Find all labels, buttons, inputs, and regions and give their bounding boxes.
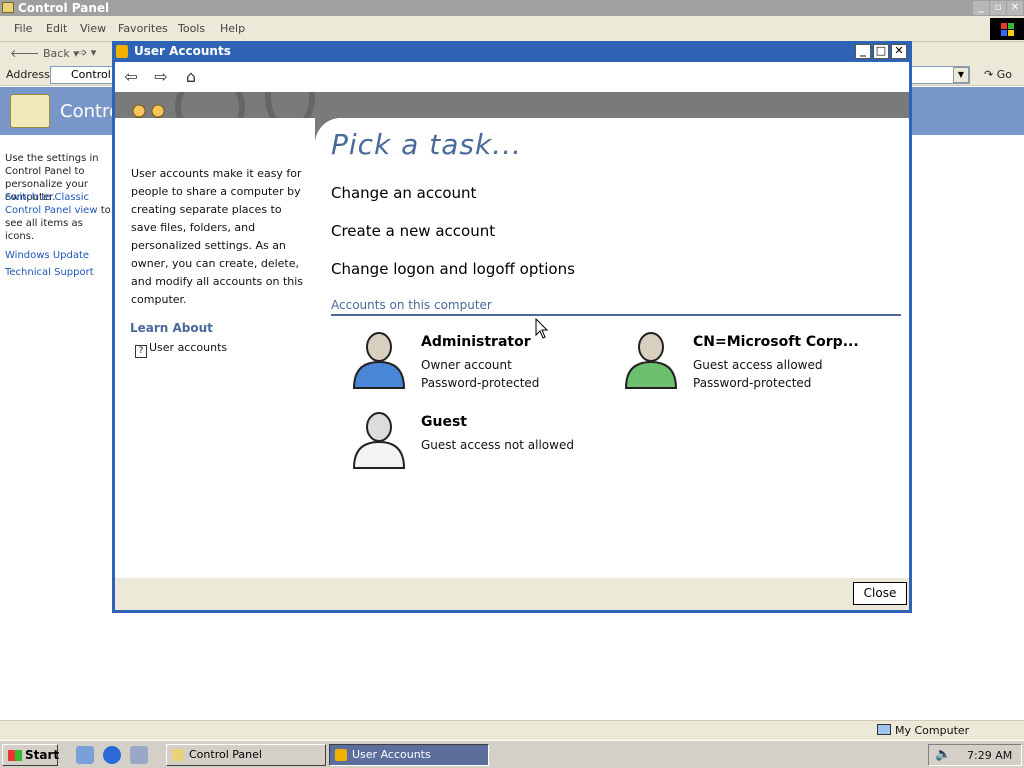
control-panel-sidebar: Use the settings in Control Panel to per… xyxy=(0,135,112,715)
user-accounts-titlebar[interactable]: User Accounts _ □ ✕ xyxy=(112,41,912,62)
status-zone: My Computer xyxy=(877,724,969,737)
flag-blue xyxy=(1001,30,1007,36)
back-button[interactable]: 🡐 Back ▾ xyxy=(10,46,79,60)
account-type: Owner account xyxy=(421,358,512,372)
account-password-status: Password-protected xyxy=(421,376,540,390)
menu-bar: File Edit View Favorites Tools Help xyxy=(0,16,1024,42)
address-label: Address xyxy=(6,68,50,81)
back-arrow-icon: 🡐 xyxy=(10,47,43,60)
technical-support-link[interactable]: Technical Support xyxy=(5,266,115,279)
close-icon[interactable]: ✕ xyxy=(1007,1,1023,15)
account-guest[interactable]: Guest Guest access not allowed xyxy=(351,410,611,474)
start-button[interactable]: Start xyxy=(2,744,60,766)
user-avatar-icon xyxy=(352,332,406,389)
switch-classic-view-link[interactable]: Switch to Classic Control Panel view xyxy=(5,192,98,216)
control-panel-folder-icon xyxy=(10,94,50,128)
windows-update-link[interactable]: Windows Update xyxy=(5,249,115,262)
start-label: Start xyxy=(25,748,60,762)
minimize-icon[interactable]: _ xyxy=(855,44,871,59)
account-type: Guest access allowed xyxy=(693,358,823,372)
close-icon[interactable]: ✕ xyxy=(891,44,907,59)
user-accounts-description: User accounts make it easy for people to… xyxy=(131,167,304,306)
speaker-icon[interactable]: 🔈 xyxy=(935,748,951,762)
pick-a-task-heading: Pick a task... xyxy=(331,128,522,161)
forward-button[interactable]: ➩ ▾ xyxy=(78,46,96,59)
media-icon[interactable] xyxy=(130,746,148,764)
windows-logo-icon xyxy=(8,750,22,761)
flag-yellow xyxy=(1008,30,1014,36)
menu-tools[interactable]: Tools xyxy=(178,22,205,35)
taskbar-control-panel-label: Control Panel xyxy=(189,748,262,761)
back-arrow-icon[interactable]: ⇦ xyxy=(121,67,141,87)
internet-explorer-icon[interactable] xyxy=(103,746,121,764)
control-panel-icon xyxy=(172,749,184,761)
account-cn-microsoft[interactable]: CN=Microsoft Corp... Guest access allowe… xyxy=(623,330,883,394)
account-administrator[interactable]: Administrator Owner account Password-pro… xyxy=(351,330,611,394)
learn-about-user-accounts-link[interactable]: ? User accounts xyxy=(135,341,227,358)
control-panel-title: Control Panel xyxy=(18,1,110,15)
user-avatar-icon xyxy=(352,412,406,469)
maximize-icon[interactable]: □ xyxy=(873,44,889,59)
user-accounts-icon xyxy=(335,749,347,761)
taskbar: Start Control Panel User Accounts 🔈 7:29… xyxy=(0,740,1024,768)
user-accounts-task-pane: Pick a task... Change an account Create … xyxy=(315,118,909,578)
forward-arrow-icon[interactable]: ⇨ xyxy=(151,67,171,87)
taskbar-control-panel[interactable]: Control Panel xyxy=(166,744,326,766)
banner-decoration xyxy=(265,92,315,118)
sidebar-switch-text: Switch to Classic Control Panel view to … xyxy=(5,191,115,243)
status-zone-label: My Computer xyxy=(895,724,970,737)
close-button[interactable]: Close xyxy=(853,582,907,605)
my-computer-icon xyxy=(877,724,891,735)
menu-favorites[interactable]: Favorites xyxy=(118,22,168,35)
user-accounts-navbar: ⇦ ⇨ ⌂ xyxy=(115,62,909,92)
home-icon[interactable]: ⌂ xyxy=(181,67,201,87)
user-accounts-window: User Accounts _ □ ✕ ⇦ ⇨ ⌂ User accounts … xyxy=(112,41,912,613)
account-name: Guest xyxy=(421,414,467,430)
show-desktop-icon[interactable] xyxy=(76,746,94,764)
user-accounts-footer: Close xyxy=(115,578,909,610)
system-tray: 🔈 7:29 AM xyxy=(928,744,1022,766)
menu-edit[interactable]: Edit xyxy=(46,22,67,35)
taskbar-user-accounts[interactable]: User Accounts xyxy=(329,744,489,766)
learn-about-user-accounts-label: User accounts xyxy=(149,341,228,354)
account-password-status: Password-protected xyxy=(693,376,812,390)
control-panel-icon xyxy=(2,2,14,13)
go-button[interactable]: ↷ Go xyxy=(984,68,1012,81)
menu-file[interactable]: File xyxy=(14,22,32,35)
learn-about-heading: Learn About xyxy=(130,321,213,335)
restore-icon[interactable]: ▫ xyxy=(990,1,1006,15)
user-accounts-icon xyxy=(116,45,128,58)
menu-help[interactable]: Help xyxy=(220,22,245,35)
banner-decoration xyxy=(175,92,245,118)
go-arrow-icon: ↷ xyxy=(984,68,997,81)
status-bar: My Computer xyxy=(0,720,1024,740)
mouse-cursor-icon xyxy=(535,318,549,339)
user-accounts-banner xyxy=(115,92,909,118)
back-label: Back xyxy=(43,47,70,60)
flag-green xyxy=(1008,23,1014,29)
address-dropdown-icon[interactable]: ▼ xyxy=(953,67,969,83)
taskbar-user-accounts-label: User Accounts xyxy=(352,748,431,761)
help-icon: ? xyxy=(135,345,147,358)
change-account-link[interactable]: Change an account xyxy=(331,184,476,202)
menu-view[interactable]: View xyxy=(80,22,106,35)
account-name: CN=Microsoft Corp... xyxy=(693,334,859,350)
logon-options-link[interactable]: Change logon and logoff options xyxy=(331,260,575,278)
minimize-icon[interactable]: _ xyxy=(973,1,989,15)
windows-flag-icon xyxy=(990,18,1024,40)
clock[interactable]: 7:29 AM xyxy=(967,749,1012,762)
user-accounts-title: User Accounts xyxy=(134,44,231,58)
go-label: Go xyxy=(996,68,1012,81)
account-name: Administrator xyxy=(421,334,531,350)
control-panel-titlebar: Control Panel _ ▫ ✕ xyxy=(0,0,1024,16)
flag-red xyxy=(1001,23,1007,29)
account-type: Guest access not allowed xyxy=(421,438,574,452)
accounts-on-computer-heading: Accounts on this computer xyxy=(331,298,901,316)
user-avatar-icon xyxy=(624,332,678,389)
create-account-link[interactable]: Create a new account xyxy=(331,222,495,240)
